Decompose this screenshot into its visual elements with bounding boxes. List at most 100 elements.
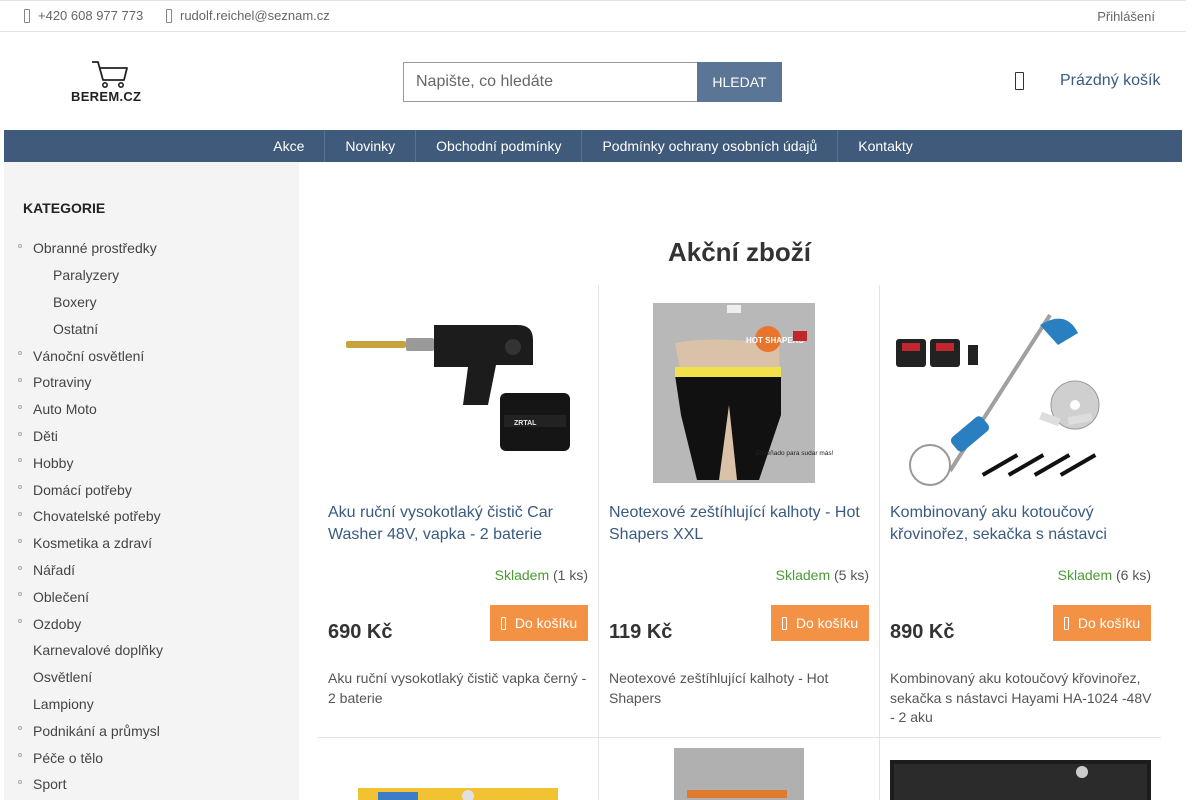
sidebar-category-item[interactable]: Ostatní [4,315,299,342]
stock-quantity: (6 ks) [1116,567,1151,583]
sidebar-category-label[interactable]: Vánoční osvětlení [4,348,144,364]
nav-item-ochrana-udaju[interactable]: Podmínky ochrany osobních údajů [582,130,839,162]
contact-phone[interactable]: +420 608 977 773 [24,8,143,23]
sidebar-category-item[interactable]: Osvětlení [4,664,299,691]
sidebar-category-label[interactable]: Sport [4,776,66,792]
sidebar-category-label[interactable]: Děti [4,428,58,444]
sidebar-category-item[interactable]: Domácí potřeby [4,476,299,503]
site-logo[interactable]: BEREM.CZ [70,58,152,106]
stock-info: Skladem (6 ks) [1058,567,1151,583]
email-address[interactable]: rudolf.reichel@seznam.cz [180,8,330,23]
category-list: Obranné prostředky Paralyzery Boxery Ostatn… [4,235,299,798]
sidebar-category-label[interactable]: Auto Moto [4,401,97,417]
sidebar-category-item[interactable]: Děti [4,423,299,450]
sidebar-category-item[interactable]: Obranné prostředky [4,235,299,262]
nav-item-akce[interactable]: Akce [253,130,326,162]
sidebar-category-item[interactable]: Podnikání a průmysl [4,717,299,744]
sidebar-category-item[interactable]: Péče o tělo [4,744,299,771]
product-image[interactable] [599,738,880,800]
add-to-cart-button[interactable]: Do košíku [490,605,588,641]
product-image[interactable]: ZRTAL [328,295,589,487]
bullet-icon [18,779,22,784]
product-title[interactable]: Aku ruční vysokotlaký čistič Car Washer … [328,502,590,546]
product-title[interactable]: Neotexové zeštíhlující kalhoty - Hot Sha… [609,502,871,546]
product-image[interactable] [880,738,1161,800]
sidebar-category-item[interactable]: Lampiony [4,691,299,718]
product-price: 690 Kč [328,621,393,643]
hot-shapers-tagline: ¡Diseñado para sudar más! [755,450,834,457]
stock-info: Skladem (5 ks) [776,567,869,583]
cart-summary[interactable]: Prázdný košík [1015,72,1160,90]
product-image[interactable] [318,738,589,800]
sidebar-category-label[interactable]: Boxery [4,294,97,310]
add-to-cart-button[interactable]: Do košíku [1053,605,1151,641]
sidebar-category-item[interactable]: Boxery [4,289,299,316]
add-to-cart-label: Do košíku [795,615,859,631]
sidebar-category-label[interactable]: Kosmetika a zdraví [4,535,152,551]
sidebar-category-label[interactable]: Péče o tělo [4,750,103,766]
logo-text: BEREM.CZ [71,89,142,104]
nav-item-obchodni-podminky[interactable]: Obchodní podmínky [416,130,583,162]
sidebar-category-item[interactable]: Potraviny [4,369,299,396]
sidebar-category-item[interactable]: Oblečení [4,583,299,610]
contact-email[interactable]: rudolf.reichel@seznam.cz [166,8,330,23]
login-link[interactable]: Přihlášení [1097,9,1155,24]
product-title[interactable]: Kombinovaný aku kotoučový křovinořez, se… [890,502,1152,546]
bullet-icon [18,431,22,436]
product-image[interactable] [890,295,1151,487]
washer-brand-text: ZRTAL [514,420,537,427]
sidebar-category-label[interactable]: Potraviny [4,374,91,390]
sidebar-category-item[interactable]: Vánoční osvětlení [4,342,299,369]
product-image[interactable]: HOT SHAPERS ¡Diseñado para sudar más! [609,295,870,487]
product-description: Aku ruční vysokotlaký čistič vapka černý… [328,670,587,706]
sidebar-category-item[interactable]: Nářadí [4,557,299,584]
add-to-cart-button[interactable]: Do košíku [771,605,869,641]
sidebar-category-item[interactable]: Hobby [4,449,299,476]
product-description: Kombinovaný aku kotoučový křovinořez, se… [890,670,1152,725]
stock-status: Skladem [1057,567,1113,583]
sidebar-category-label[interactable]: Hobby [4,455,73,471]
sidebar-category-item[interactable]: Chovatelské potřeby [4,503,299,530]
phone-icon [24,8,30,23]
sidebar-category-label[interactable]: Karnevalové doplňky [4,642,163,658]
product-card [880,738,1161,800]
search-form: HLEDAT [403,62,782,102]
sidebar-category-item[interactable]: Ozdoby [4,610,299,637]
sidebar-category-item[interactable]: Paralyzery [4,262,299,289]
stock-quantity: (1 ks) [553,567,588,583]
sidebar-category-label[interactable]: Lampiony [4,696,94,712]
sidebar-category-label[interactable]: Ostatní [4,321,98,337]
sidebar-title: KATEGORIE [23,200,106,216]
phone-number[interactable]: +420 608 977 773 [38,8,143,23]
sidebar-category-item[interactable]: Sport [4,771,299,798]
sidebar-category-item[interactable]: Kosmetika a zdraví [4,530,299,557]
product-price: 119 Kč [609,621,673,643]
sidebar-category-item[interactable]: Karnevalové doplňky [4,637,299,664]
search-button[interactable]: HLEDAT [697,62,782,102]
page-title: Akční zboží [667,237,811,267]
bullet-icon [18,511,22,516]
sidebar-category-label[interactable]: Oblečení [4,589,89,605]
sidebar-category-label[interactable]: Obranné prostředky [4,240,157,256]
nav-item-kontakty[interactable]: Kontakty [838,130,932,162]
sidebar-category-label[interactable]: Nářadí [4,562,75,578]
sidebar-category-label[interactable]: Domácí potřeby [4,482,132,498]
sidebar-category-label[interactable]: Chovatelské potřeby [4,508,161,524]
nav-item-novinky[interactable]: Novinky [325,130,417,162]
bullet-icon [18,244,22,248]
sidebar-category-label[interactable]: Paralyzery [4,267,119,283]
sidebar-category-label[interactable]: Ozdoby [4,616,81,632]
category-sidebar: KATEGORIE Obranné prostředky Paralyzery Bo… [4,162,299,800]
cart-label[interactable]: Prázdný košík [1060,72,1160,90]
product-price: 890 Kč [890,621,955,643]
search-input[interactable] [403,62,697,102]
sidebar-category-label[interactable]: Osvětlení [4,669,92,685]
sidebar-category-item[interactable]: Auto Moto [4,396,299,423]
shopping-bag-icon [500,616,506,630]
bullet-icon [18,404,22,409]
main-nav: Akce Novinky Obchodní podmínky Podmínky … [4,130,1182,162]
sidebar-category-label[interactable]: Podnikání a průmysl [4,723,160,739]
product-card [599,738,880,800]
email-icon [166,8,172,23]
product-card: Kombinovaný aku kotoučový křovinořez, se… [880,285,1161,738]
